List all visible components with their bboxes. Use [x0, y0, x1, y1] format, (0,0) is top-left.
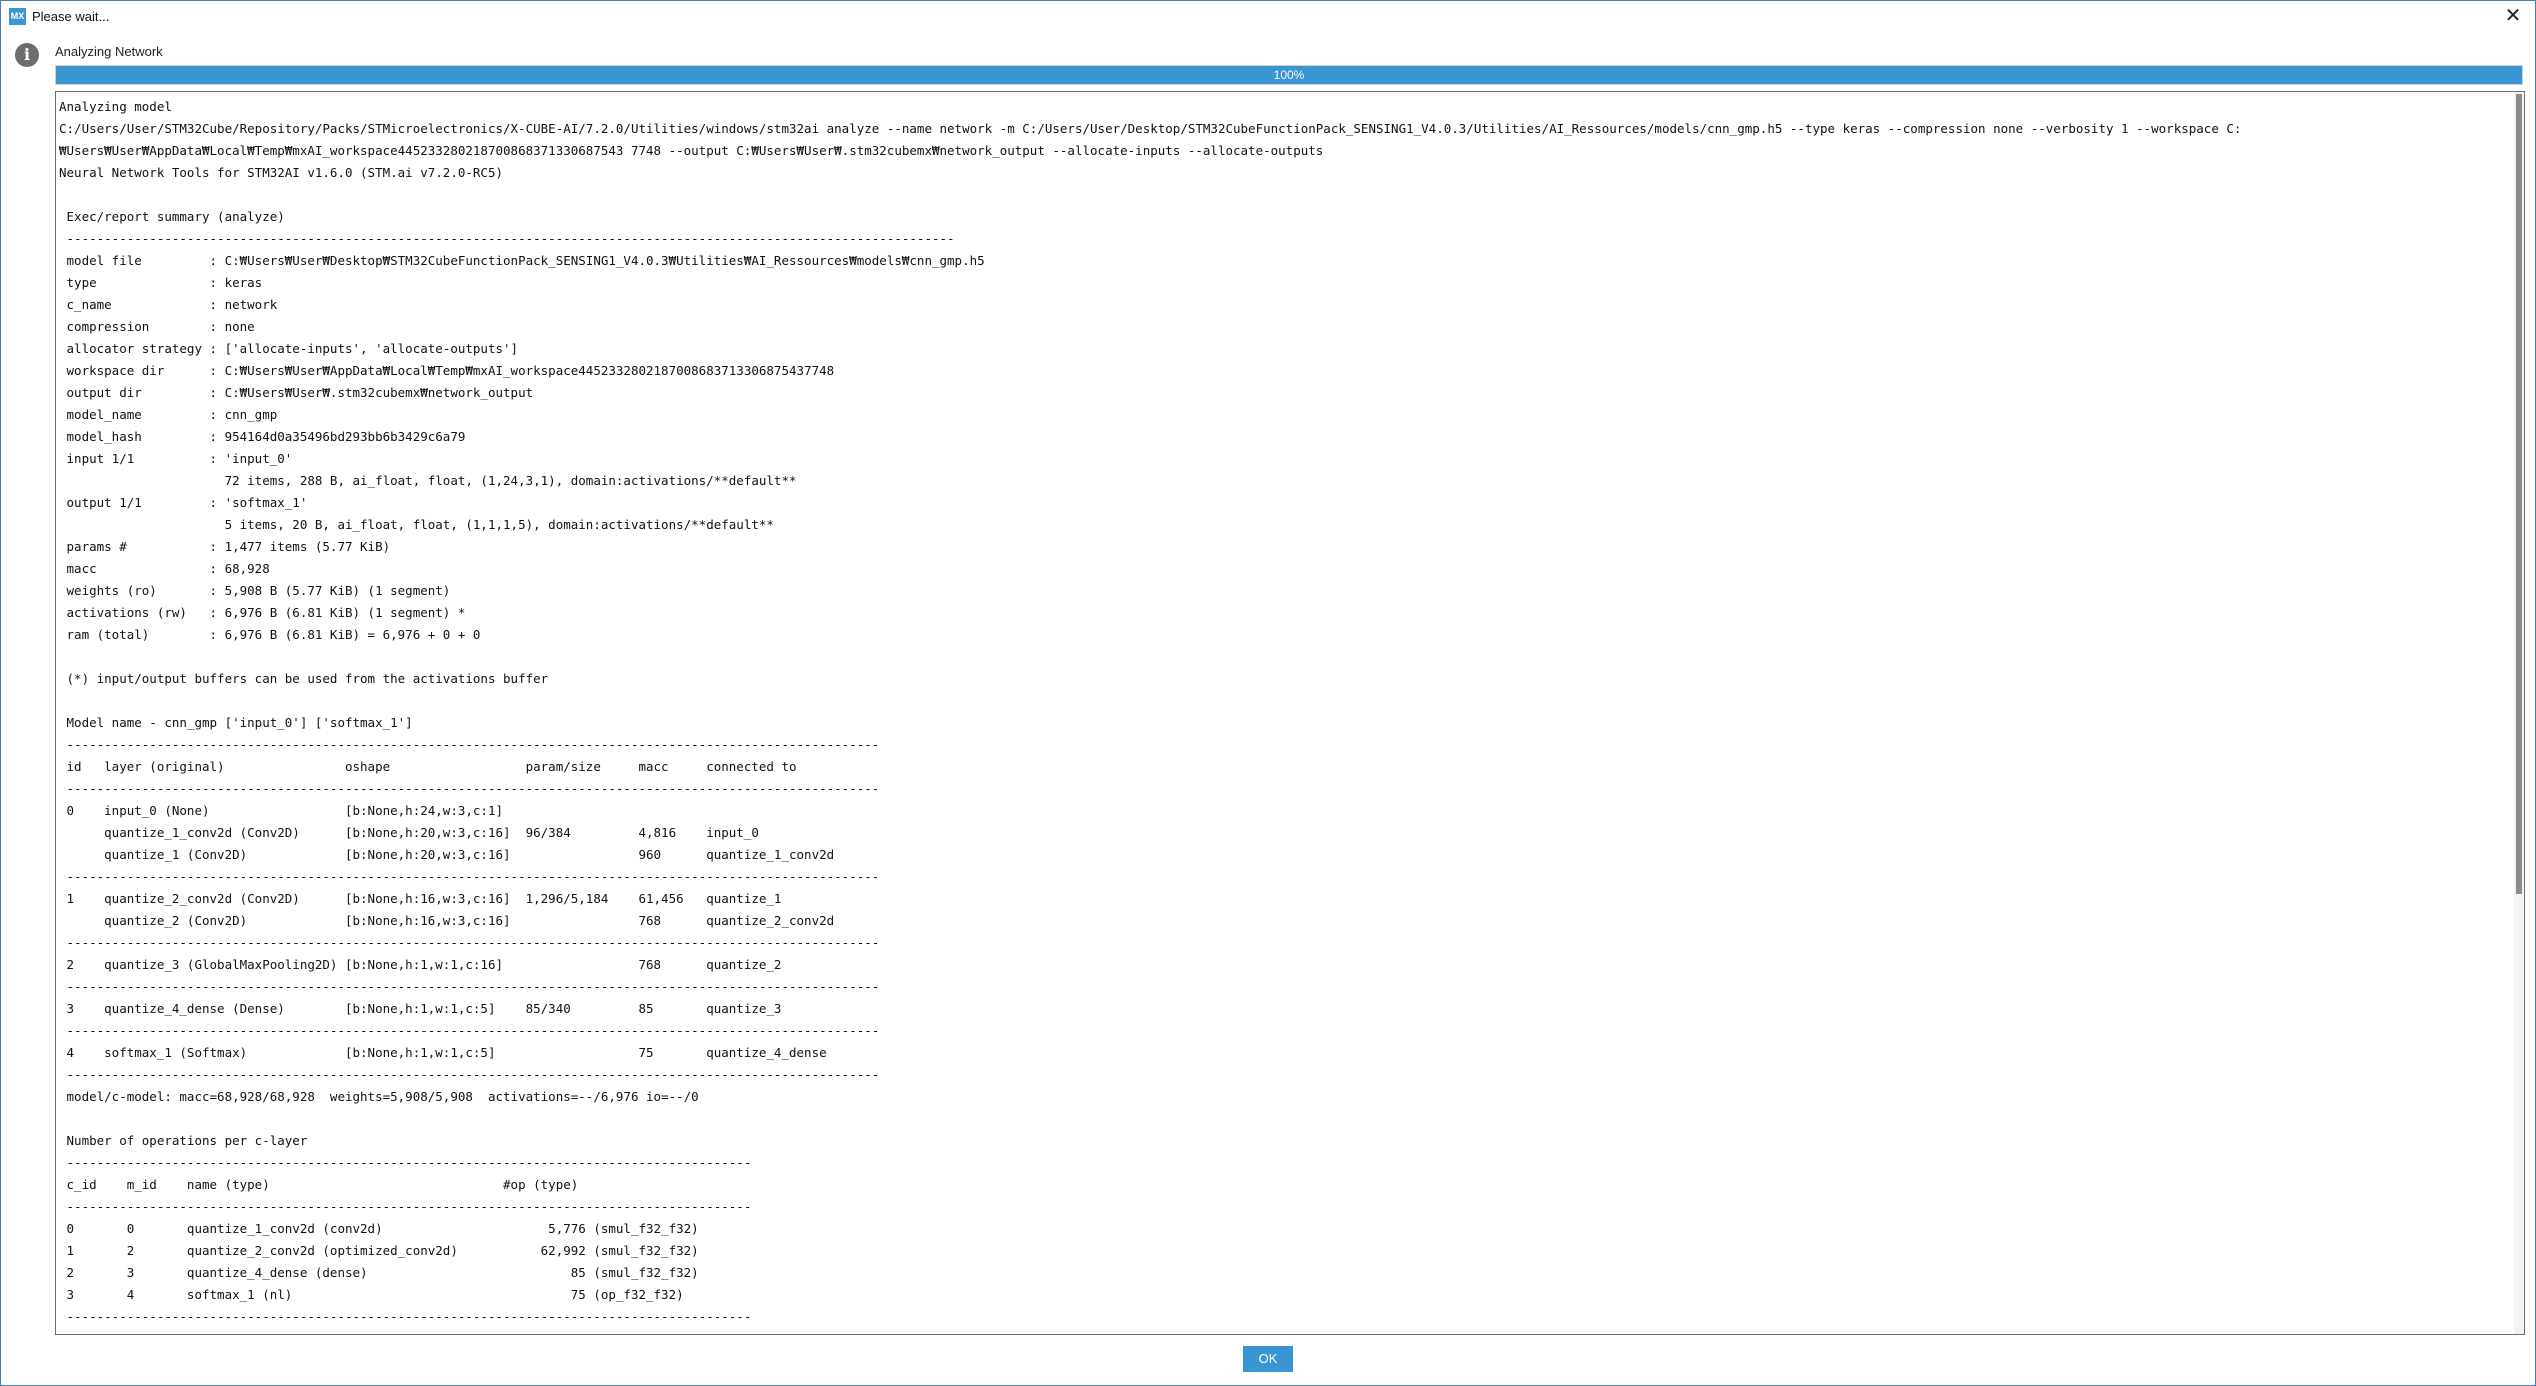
log-line: 3 quantize_4_dense (Dense) [b:None,h:1,w… — [66, 1001, 782, 1016]
status-label: Analyzing Network — [55, 44, 163, 59]
log-line: workspace dir : C:₩Users₩User₩AppData₩Lo… — [66, 363, 835, 378]
log-line: ----------------------------------------… — [66, 1023, 880, 1038]
ok-button[interactable]: OK — [1243, 1346, 1293, 1372]
close-icon[interactable]: ✕ — [2499, 3, 2527, 29]
log-line: Neural Network Tools for STM32AI v1.6.0 … — [59, 165, 504, 180]
log-line: 2 quantize_3 (GlobalMaxPooling2D) [b:Non… — [66, 957, 782, 972]
log-line: params # : 1,477 items (5.77 KiB) — [66, 539, 391, 554]
log-text[interactable]: Analyzing model C:/Users/User/STM32Cube/… — [59, 96, 2241, 1328]
log-line: (*) input/output buffers can be used fro… — [66, 671, 549, 686]
log-line: type : keras — [66, 275, 263, 290]
log-line: weights (ro) : 5,908 B (5.77 KiB) (1 seg… — [66, 583, 451, 598]
log-line: Model name - cnn_gmp ['input_0'] ['softm… — [66, 715, 413, 730]
log-line: quantize_2 (Conv2D) [b:None,h:16,w:3,c:1… — [104, 913, 835, 928]
log-line: quantize_1_conv2d (Conv2D) [b:None,h:20,… — [104, 825, 759, 840]
log-line: C:/Users/User/STM32Cube/Repository/Packs… — [59, 121, 2242, 136]
log-line: model/c-model: macc=68,928/68,928 weight… — [66, 1089, 699, 1104]
log-line: ----------------------------------------… — [66, 231, 955, 246]
log-line: 4 softmax_1 (Softmax) [b:None,h:1,w:1,c:… — [66, 1045, 827, 1060]
log-line: ----------------------------------------… — [66, 979, 880, 994]
log-line: model file : C:₩Users₩User₩Desktop₩STM32… — [66, 253, 985, 268]
log-line: ----------------------------------------… — [66, 1309, 752, 1324]
log-line: ----------------------------------------… — [66, 1155, 752, 1170]
log-line: Number of operations per c-layer — [66, 1133, 308, 1148]
progress-bar: 100% — [55, 65, 2523, 85]
window-title: Please wait... — [32, 9, 110, 24]
log-line: 1 quantize_2_conv2d (Conv2D) [b:None,h:1… — [66, 891, 782, 906]
log-line: c_id m_id name (type) #op (type) — [66, 1177, 579, 1192]
log-line: c_name : network — [66, 297, 278, 312]
log-line: 1 2 quantize_2_conv2d (optimized_conv2d)… — [66, 1243, 699, 1258]
log-line: ₩Users₩User₩AppData₩Local₩Temp₩mxAI_work… — [59, 143, 1324, 158]
log-line: ----------------------------------------… — [66, 781, 880, 796]
log-line: compression : none — [66, 319, 255, 334]
log-output-panel[interactable]: Analyzing model C:/Users/User/STM32Cube/… — [55, 91, 2525, 1335]
log-line: ----------------------------------------… — [66, 869, 880, 884]
log-line: 3 4 softmax_1 (nl) 75 (op_f32_f32) — [66, 1287, 684, 1302]
log-line: ----------------------------------------… — [66, 1067, 880, 1082]
title-bar[interactable]: MX Please wait... ✕ — [1, 1, 2535, 31]
log-line: 2 3 quantize_4_dense (dense) 85 (smul_f3… — [66, 1265, 699, 1280]
log-line: input 1/1 : 'input_0' — [66, 451, 293, 466]
app-logo-icon: MX — [9, 8, 26, 25]
log-line: activations (rw) : 6,976 B (6.81 KiB) (1… — [66, 605, 466, 620]
log-line: 5 items, 20 B, ai_float, float, (1,1,1,5… — [224, 517, 774, 532]
log-line: ----------------------------------------… — [66, 1199, 752, 1214]
vertical-scrollbar[interactable] — [2514, 92, 2524, 1334]
log-line: model_hash : 954164d0a35496bd293bb6b3429… — [66, 429, 466, 444]
log-line: Analyzing model — [59, 99, 172, 114]
log-line: output dir : C:₩Users₩User₩.stm32cubemx₩… — [66, 385, 534, 400]
log-line: Exec/report summary (analyze) — [66, 209, 285, 224]
log-line: model_name : cnn_gmp — [66, 407, 278, 422]
dialog-window: MX Please wait... ✕ i Analyzing Network … — [0, 0, 2536, 1386]
log-line: ram (total) : 6,976 B (6.81 KiB) = 6,976… — [66, 627, 481, 642]
log-line: 0 input_0 (None) [b:None,h:24,w:3,c:1] — [66, 803, 504, 818]
log-line: allocator strategy : ['allocate-inputs',… — [66, 341, 519, 356]
info-icon: i — [15, 43, 39, 67]
log-line: ----------------------------------------… — [66, 737, 880, 752]
log-line: 72 items, 288 B, ai_float, float, (1,24,… — [224, 473, 797, 488]
log-line: output 1/1 : 'softmax_1' — [66, 495, 308, 510]
scrollbar-thumb[interactable] — [2516, 94, 2522, 894]
log-line: id layer (original) oshape param/size ma… — [66, 759, 797, 774]
progress-label: 100% — [1273, 68, 1305, 82]
log-line: quantize_1 (Conv2D) [b:None,h:20,w:3,c:1… — [104, 847, 835, 862]
log-line: macc : 68,928 — [66, 561, 270, 576]
log-line: ----------------------------------------… — [66, 935, 880, 950]
log-line: 0 0 quantize_1_conv2d (conv2d) 5,776 (sm… — [66, 1221, 699, 1236]
